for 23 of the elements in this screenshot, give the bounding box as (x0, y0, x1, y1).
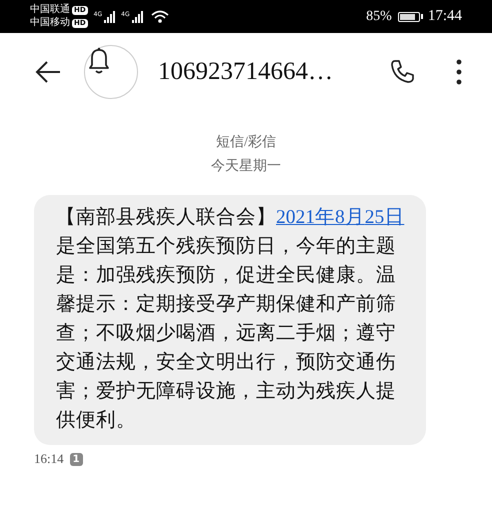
more-icon (456, 59, 462, 85)
message-type-label: 短信/彩信 (216, 134, 276, 152)
date-link[interactable]: 25日 (364, 207, 404, 228)
signal-icon (103, 10, 116, 22)
carrier-name: 中国联通 (30, 4, 70, 16)
back-button[interactable] (34, 59, 62, 85)
message-bubble: 【南部县残疾人联合会】2021年8月 25日 是全国第五个残疾预防日，今年的主题是：加强残疾预防，促进全民健康。温馨提示：定期接受孕产期保健和产前筛查；不吸烟少喝酒，远离二手烟；遵守交通法规，安全文明出行，预防交通伤害；爱护无障碍设施，主动为残疾人提供便利。 (34, 195, 426, 445)
clock-time: 17:44 (428, 8, 462, 25)
contact-title: 106923714664… (158, 58, 334, 86)
message-time: 16:14 (34, 451, 64, 467)
wifi-icon (150, 10, 169, 23)
back-arrow-icon (34, 59, 62, 85)
date-link[interactable]: 2021年8月 (276, 207, 365, 228)
battery-percent: 85% (366, 8, 392, 24)
battery-icon (398, 12, 423, 22)
date-label: 今天星期一 (211, 158, 281, 176)
more-button[interactable] (456, 59, 462, 85)
call-button[interactable] (390, 59, 416, 85)
carrier-name: 中国移动 (30, 17, 70, 29)
phone-icon (390, 59, 416, 85)
contact-avatar[interactable] (84, 45, 138, 99)
signal-icon (130, 10, 143, 22)
sim-badge: 1 (70, 452, 83, 466)
